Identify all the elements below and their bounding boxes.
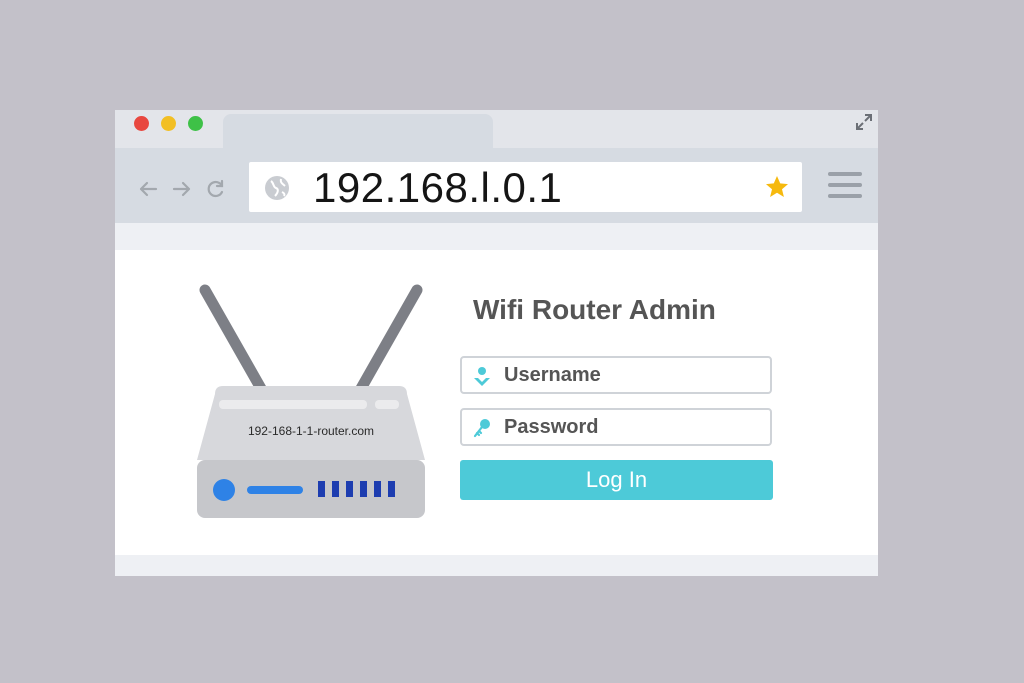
hamburger-menu-icon[interactable] [828, 172, 862, 202]
url-text: 192.168.l.0.1 [313, 164, 563, 211]
password-placeholder: Password [504, 416, 599, 438]
router-image [197, 284, 425, 518]
close-window-button[interactable] [134, 116, 149, 131]
content-bottom-band [115, 555, 878, 576]
back-button[interactable] [137, 178, 159, 200]
user-icon [474, 367, 490, 386]
router-illustration: 192-168-1-1-router.com [195, 284, 427, 520]
browser-window: 192.168.l.0.1 192-168-1-1-router.com Wif… [115, 110, 878, 576]
minimize-window-button[interactable] [161, 116, 176, 131]
maximize-window-button[interactable] [188, 116, 203, 131]
login-button[interactable]: Log In [460, 460, 773, 500]
reload-button[interactable] [205, 178, 227, 200]
content-top-band [115, 223, 878, 250]
globe-icon [265, 176, 289, 200]
key-icon [473, 419, 490, 438]
page-content: 192-168-1-1-router.com Wifi Router Admin… [115, 250, 878, 555]
browser-toolbar: 192.168.l.0.1 [115, 148, 878, 223]
title-bar [115, 110, 878, 148]
forward-button[interactable] [171, 178, 193, 200]
browser-tab[interactable] [223, 114, 493, 148]
username-placeholder: Username [504, 364, 601, 386]
page-title: Wifi Router Admin [473, 294, 716, 325]
username-field[interactable]: Username [460, 356, 772, 394]
password-field[interactable]: Password [460, 408, 772, 446]
expand-arrows-icon[interactable] [854, 112, 874, 132]
router-label: 192-168-1-1-router.com [247, 424, 375, 438]
star-icon[interactable] [764, 174, 790, 200]
address-bar[interactable]: 192.168.l.0.1 [249, 162, 802, 212]
